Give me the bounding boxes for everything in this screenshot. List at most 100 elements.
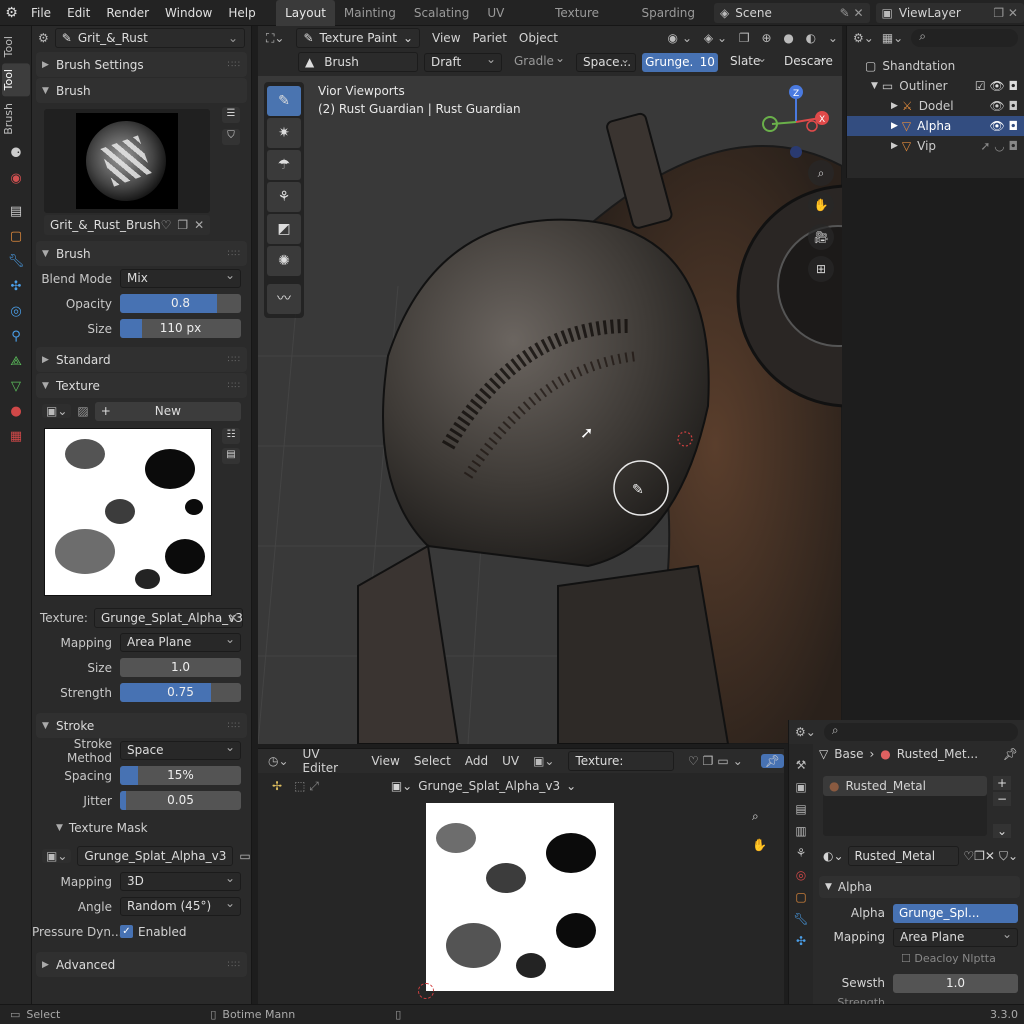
material-name-field[interactable]: Rusted_Metal [847, 846, 960, 866]
tab-brush[interactable]: Brush [2, 97, 30, 141]
3d-viewport[interactable]: ✎ ➚ Vior Viewports (2) Rust Guardian | R… [258, 26, 842, 744]
draw-brush-tool-icon[interactable]: ✎ [267, 86, 301, 116]
material-slot-list[interactable]: ● Rusted_Metal [823, 776, 987, 836]
texture-preview[interactable] [44, 428, 212, 596]
world-icon[interactable]: ◎ [796, 868, 806, 882]
texture-icon[interactable]: ▦ [0, 424, 32, 449]
eye-camera-icons[interactable]: 👁︎ ◘ [989, 119, 1018, 133]
filter-icon[interactable]: ⛉⌄ [999, 849, 1018, 864]
camera-icon[interactable]: 🎥︎ [808, 224, 834, 250]
texture-slot-icon[interactable]: ▨ [77, 404, 88, 418]
output-icon[interactable]: ◉ [0, 166, 32, 191]
mesh-data-icon[interactable]: ▽ [0, 374, 32, 399]
texture-name-field[interactable]: Grunge_Splat_Alpha_v3 ✕ [93, 608, 243, 628]
mask-texture-field[interactable]: Grunge_Splat_Alpha_v3 [77, 846, 234, 866]
navigation-gizmo[interactable]: Z X [758, 82, 838, 162]
mode-selector[interactable]: ✎ Texture Paint ⌄ [296, 28, 421, 48]
image-icon[interactable]: ▤ [222, 448, 240, 464]
slate-dropdown[interactable]: Slate [724, 50, 772, 72]
material-browse-icon[interactable]: ◐⌄ [823, 849, 844, 863]
editor-type-icon[interactable]: ◷⌄ [268, 754, 289, 768]
plus-icon[interactable]: + [993, 776, 1011, 790]
uv-cursor[interactable] [418, 983, 434, 999]
tool-icon[interactable]: ⚒ [796, 758, 807, 772]
editor-type-icon[interactable]: ⛶⌄ [266, 31, 284, 46]
render-icon[interactable]: ▣ [795, 780, 806, 794]
outliner-root[interactable]: ▼ ▭ Outliner ☑ 👁︎ ◘ [847, 76, 1024, 96]
gradle-dropdown[interactable]: Gradle [508, 50, 570, 72]
particles-icon[interactable]: ✣ [796, 934, 806, 948]
gizmo-neg-z[interactable] [790, 146, 802, 158]
angle-dropdown[interactable]: Random (45°) [120, 895, 241, 916]
outliner-item-alpha[interactable]: ▶ ▽ Alpha 👁︎ ◘ [847, 116, 1024, 136]
blend-mode-dropdown[interactable]: Mix [120, 267, 241, 288]
mat-mapping-dropdown[interactable]: Area Plane [893, 926, 1018, 947]
editor-type-icon[interactable]: ⚙⌄ [853, 31, 874, 45]
workspace-tab-uv-editor[interactable]: UV Editor [478, 0, 546, 46]
editor-type-icon[interactable]: ⚙⌄ [795, 725, 816, 739]
folder-icon[interactable]: ▭ [239, 849, 250, 863]
draft-dropdown[interactable]: Draft [424, 51, 502, 72]
workspace-tab-mainting[interactable]: Mainting [335, 0, 405, 26]
checkbox-eye-camera-icons[interactable]: ☑ 👁︎ ◘ [975, 79, 1018, 93]
grip-icon[interactable]: ∷∷ [228, 249, 241, 259]
menu-view[interactable]: View [432, 31, 460, 45]
outliner-scene-collection[interactable]: ▢ Shandtation [847, 56, 1024, 76]
soften-tool-icon[interactable]: ✷ [267, 118, 301, 148]
physics-icon[interactable]: ◎ [0, 299, 32, 324]
fake-user-icons[interactable]: ♡❐▭⌄ [688, 754, 747, 768]
list-icon[interactable]: ☰ [222, 107, 240, 123]
pin-icon[interactable]: 📌︎ [760, 754, 784, 768]
hand-pan-icon[interactable]: ✋ [752, 838, 767, 852]
menu-paint[interactable]: Pariet [473, 31, 507, 45]
texture-size-field[interactable]: 1.0 [120, 658, 241, 677]
descare-dropdown[interactable]: Descare [778, 50, 833, 72]
hand-pan-icon[interactable]: ✋ [808, 192, 834, 218]
workspace-tab-texture-paint[interactable]: Texture Paint [546, 0, 632, 46]
uv-image-selector[interactable]: ▣⌄ Grunge_Splat_Alpha_v3 ⌄ [391, 779, 576, 793]
brush-field[interactable]: ▲ Brush [298, 52, 418, 72]
mapping-dropdown[interactable]: Area Plane [120, 631, 241, 652]
grip-icon[interactable]: ∷∷ [228, 721, 241, 731]
jitter-slider[interactable]: 0.05 [120, 791, 241, 810]
material-icon[interactable]: ● [0, 399, 32, 424]
spacing-slider[interactable]: 15% [120, 766, 241, 785]
texture-new-button[interactable]: + New [94, 401, 241, 421]
grid-perspective-icon[interactable]: ⊞ [808, 256, 834, 282]
scene-icon[interactable]: ⚘ [796, 846, 807, 860]
uv-editor-menu[interactable]: UV Editer [303, 747, 358, 775]
transform-tool-icon[interactable]: ⬚ ⤢ [294, 779, 319, 794]
pin-icon[interactable]: ✎ ✕ [840, 6, 870, 20]
mask-tool-icon[interactable]: ✺ [267, 246, 301, 276]
panel-texture[interactable]: ▼ Texture ∷∷ [36, 373, 247, 398]
render-icon[interactable]: ⚈ [0, 141, 32, 166]
brush-preview-name-field[interactable]: Grit_&_Rust_Brush ♡❐✕ [44, 215, 210, 235]
texture-mask-header[interactable]: ▼ Texture Mask [32, 813, 251, 843]
uv-texture-field[interactable]: Texture: [568, 751, 674, 771]
panel-brush-settings[interactable]: ▶ Brush Settings ∷∷ [36, 52, 247, 77]
fill-tool-icon[interactable]: ◩ [267, 214, 301, 244]
pin-icon[interactable]: 📌︎ [1003, 747, 1018, 761]
copy-icon[interactable]: ❐ ✕ [993, 6, 1024, 20]
panel-brush-sub[interactable]: ▼ Brush ∷∷ [36, 241, 247, 266]
constraint-icon[interactable]: ⚲ [0, 324, 32, 349]
view-layer-icon[interactable]: ▥ [795, 824, 806, 838]
brush-type-icon[interactable]: ⚙ [38, 31, 49, 45]
image-browse-icon[interactable]: ▣⌄ [533, 754, 554, 768]
checkbox-icon[interactable]: ☐ [901, 952, 914, 965]
stroke-method-dropdown[interactable]: Space [120, 739, 241, 760]
material-search-input[interactable]: ⌕ [823, 723, 1018, 741]
uv-menu-add[interactable]: Add [465, 754, 488, 768]
brush-preview-frame[interactable] [44, 109, 210, 213]
menu-object[interactable]: Object [519, 31, 558, 45]
texture-browse-icon[interactable]: ▣⌄ [42, 849, 72, 863]
mask-mapping-dropdown[interactable]: 3D [120, 870, 241, 891]
strength-slider[interactable]: 0.75 [120, 683, 241, 702]
material-slot-item[interactable]: ● Rusted_Metal [823, 776, 987, 796]
cursor-tool-icon[interactable]: ✢ [272, 779, 282, 793]
viewport-shading-icons[interactable]: ◉⌄ ◈⌄ ❐ ⊕ ● ◐ ⌄ [667, 31, 842, 45]
alpha-texture-field[interactable]: Grunge_Spl... [893, 903, 1018, 923]
object-icon[interactable]: ▢ [795, 890, 806, 904]
chevron-down-icon[interactable]: ⌄ [993, 824, 1011, 838]
grip-icon[interactable]: ∷∷ [228, 60, 241, 70]
